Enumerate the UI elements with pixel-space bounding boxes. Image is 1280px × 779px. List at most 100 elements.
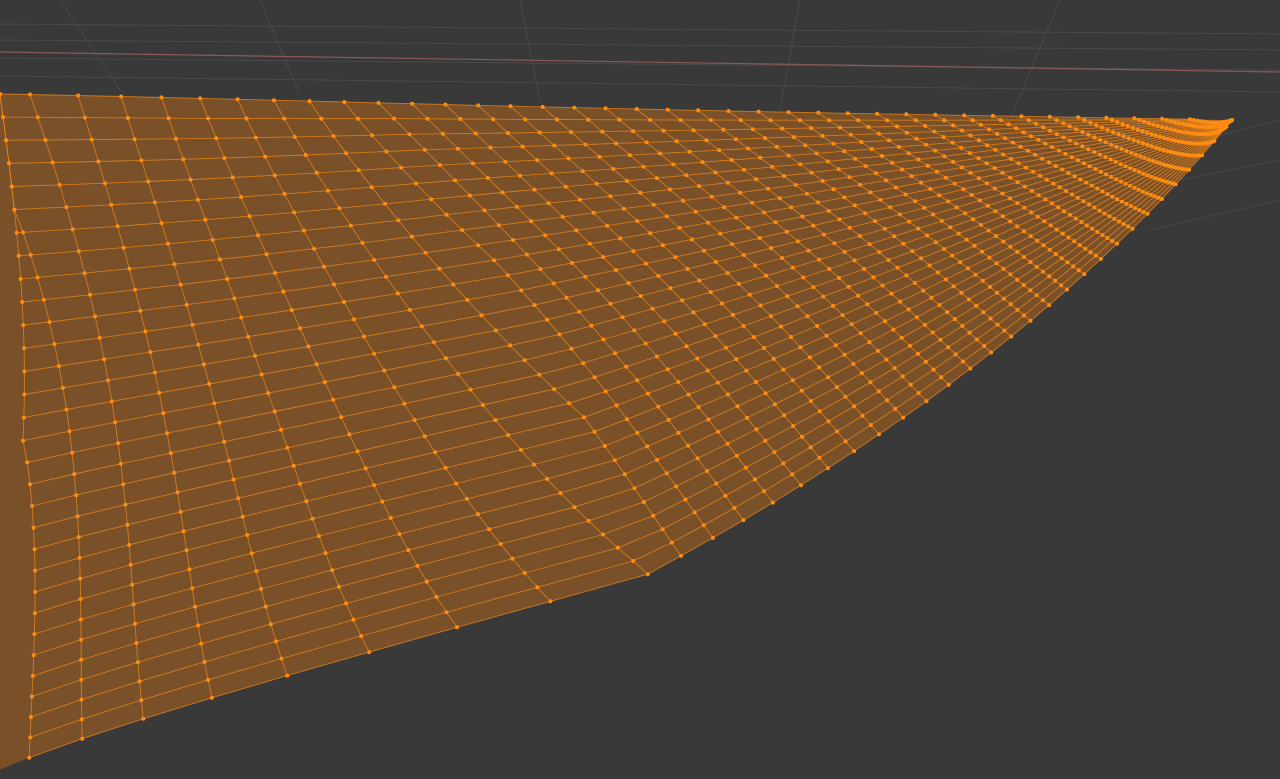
mesh-vertex[interactable] bbox=[133, 287, 137, 292]
mesh-vertex[interactable] bbox=[564, 295, 569, 300]
mesh-vertex[interactable] bbox=[1110, 194, 1115, 199]
mesh-vertex[interactable] bbox=[259, 587, 263, 591]
mesh-vertex[interactable] bbox=[965, 266, 970, 271]
mesh-vertex[interactable] bbox=[1100, 233, 1105, 237]
mesh-vertex[interactable] bbox=[56, 364, 61, 368]
mesh-vertex[interactable] bbox=[993, 209, 998, 214]
mesh-vertex[interactable] bbox=[1092, 150, 1097, 154]
mesh-vertex[interactable] bbox=[323, 551, 328, 556]
mesh-vertex[interactable] bbox=[929, 295, 934, 300]
mesh-vertex[interactable] bbox=[1104, 172, 1109, 177]
mesh-vertex[interactable] bbox=[966, 297, 971, 302]
mesh-vertex[interactable] bbox=[1179, 129, 1184, 134]
mesh-vertex[interactable] bbox=[109, 399, 114, 404]
mesh-vertex[interactable] bbox=[271, 98, 276, 103]
mesh-vertex[interactable] bbox=[1068, 138, 1072, 143]
mesh-vertex[interactable] bbox=[974, 303, 979, 308]
mesh-vertex[interactable] bbox=[443, 465, 448, 470]
mesh-vertex[interactable] bbox=[1132, 116, 1137, 121]
mesh-vertex[interactable] bbox=[178, 282, 183, 287]
mesh-vertex[interactable] bbox=[990, 113, 995, 118]
mesh-vertex[interactable] bbox=[372, 483, 376, 488]
mesh-vertex[interactable] bbox=[1068, 212, 1072, 217]
mesh-vertex[interactable] bbox=[454, 481, 459, 486]
mesh-vertex[interactable] bbox=[1141, 141, 1145, 146]
mesh-vertex[interactable] bbox=[78, 576, 83, 581]
mesh-vertex[interactable] bbox=[992, 186, 997, 191]
mesh-vertex[interactable] bbox=[811, 223, 816, 228]
mesh-vertex[interactable] bbox=[116, 441, 121, 446]
mesh-vertex[interactable] bbox=[196, 623, 201, 628]
mesh-vertex[interactable] bbox=[915, 351, 920, 356]
mesh-vertex[interactable] bbox=[959, 145, 964, 150]
mesh-vertex[interactable] bbox=[21, 230, 25, 235]
mesh-vertex[interactable] bbox=[372, 351, 377, 356]
mesh-vertex[interactable] bbox=[1187, 123, 1192, 128]
mesh-vertex[interactable] bbox=[1115, 241, 1119, 246]
mesh-vertex[interactable] bbox=[910, 249, 915, 254]
mesh-vertex[interactable] bbox=[505, 131, 510, 135]
mesh-vertex[interactable] bbox=[1161, 148, 1166, 152]
mesh-vertex[interactable] bbox=[1154, 160, 1159, 165]
mesh-vertex[interactable] bbox=[1102, 211, 1107, 216]
mesh-vertex[interactable] bbox=[67, 429, 72, 434]
mesh-vertex[interactable] bbox=[878, 197, 883, 202]
mesh-vertex[interactable] bbox=[1034, 293, 1039, 298]
mesh-vertex[interactable] bbox=[946, 382, 951, 387]
mesh-vertex[interactable] bbox=[138, 308, 143, 313]
mesh-vertex[interactable] bbox=[762, 210, 766, 215]
mesh-vertex[interactable] bbox=[1173, 182, 1178, 187]
mesh-vertex[interactable] bbox=[503, 159, 508, 164]
mesh-vertex[interactable] bbox=[1176, 121, 1181, 126]
mesh-vertex[interactable] bbox=[1151, 122, 1156, 127]
mesh-vertex[interactable] bbox=[1168, 127, 1173, 132]
mesh-vertex[interactable] bbox=[1073, 216, 1078, 221]
mesh-vertex[interactable] bbox=[781, 367, 786, 372]
mesh-vertex[interactable] bbox=[791, 424, 796, 428]
mesh-vertex[interactable] bbox=[772, 402, 777, 407]
mesh-vertex[interactable] bbox=[907, 219, 912, 224]
mesh-vertex[interactable] bbox=[1107, 214, 1112, 219]
mesh-vertex[interactable] bbox=[745, 415, 749, 420]
mesh-vertex[interactable] bbox=[1043, 197, 1048, 202]
mesh-vertex[interactable] bbox=[159, 95, 164, 100]
mesh-vertex[interactable] bbox=[33, 589, 38, 594]
mesh-vertex[interactable] bbox=[1092, 205, 1097, 210]
mesh-vertex[interactable] bbox=[921, 288, 926, 293]
mesh-vertex[interactable] bbox=[827, 118, 832, 123]
mesh-vertex[interactable] bbox=[239, 315, 244, 320]
mesh-vertex[interactable] bbox=[959, 290, 964, 295]
mesh-vertex[interactable] bbox=[41, 297, 46, 302]
mesh-vertex[interactable] bbox=[414, 181, 418, 186]
mesh-vertex[interactable] bbox=[1168, 149, 1173, 154]
mesh-vertex[interactable] bbox=[665, 367, 670, 372]
mesh-vertex[interactable] bbox=[868, 190, 873, 195]
mesh-vertex[interactable] bbox=[1117, 219, 1121, 224]
mesh-vertex[interactable] bbox=[1066, 235, 1071, 240]
mesh-vertex[interactable] bbox=[967, 151, 972, 156]
mesh-vertex[interactable] bbox=[1132, 185, 1137, 190]
mesh-vertex[interactable] bbox=[370, 133, 374, 138]
mesh-vertex[interactable] bbox=[713, 170, 718, 175]
mesh-vertex[interactable] bbox=[620, 315, 625, 320]
mesh-vertex[interactable] bbox=[1001, 296, 1006, 301]
mesh-vertex[interactable] bbox=[1015, 277, 1020, 282]
mesh-vertex[interactable] bbox=[273, 271, 277, 275]
mesh-vertex[interactable] bbox=[148, 350, 153, 355]
mesh-vertex[interactable] bbox=[873, 219, 877, 224]
mesh-vertex[interactable] bbox=[686, 392, 691, 397]
mesh-vertex[interactable] bbox=[78, 617, 83, 622]
mesh-vertex[interactable] bbox=[444, 212, 449, 217]
mesh-vertex[interactable] bbox=[718, 231, 723, 236]
mesh-vertex[interactable] bbox=[175, 490, 180, 495]
mesh-vertex[interactable] bbox=[1053, 278, 1058, 283]
mesh-vertex[interactable] bbox=[433, 450, 438, 455]
mesh-vertex[interactable] bbox=[673, 255, 678, 260]
mesh-vertex[interactable] bbox=[524, 252, 529, 257]
mesh-vertex[interactable] bbox=[890, 160, 895, 165]
mesh-vertex[interactable] bbox=[31, 653, 36, 658]
mesh-vertex[interactable] bbox=[552, 143, 557, 148]
mesh-vertex[interactable] bbox=[563, 184, 568, 189]
mesh-vertex[interactable] bbox=[1015, 249, 1020, 254]
mesh-vertex[interactable] bbox=[132, 137, 137, 142]
